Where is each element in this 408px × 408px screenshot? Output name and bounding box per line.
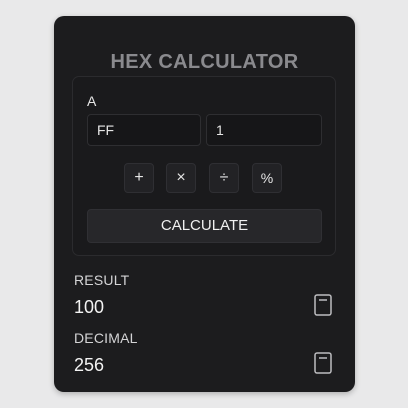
copy-icon	[314, 352, 332, 374]
input-panel: A FF 1 + × ÷ % CALCULATE	[72, 76, 336, 256]
operand-a-input[interactable]: FF	[87, 114, 201, 146]
app-title: HEX CALCULATOR	[110, 51, 299, 73]
operand-b-input[interactable]: 1	[206, 114, 322, 146]
decimal-value: 256	[74, 355, 105, 375]
input-label: A	[87, 93, 97, 109]
calculator-card: HEX CALCULATOR A FF 1 + × ÷ % CALCULATE …	[54, 16, 355, 392]
percent-button[interactable]: %	[252, 163, 282, 193]
decimal-label: DECIMAL	[74, 330, 138, 346]
divide-button[interactable]: ÷	[209, 163, 239, 193]
copy-result-button[interactable]	[314, 294, 332, 316]
plus-button[interactable]: +	[124, 163, 154, 193]
result-value: 100	[74, 297, 105, 317]
multiply-button[interactable]: ×	[166, 163, 196, 193]
calculate-button[interactable]: CALCULATE	[87, 209, 322, 243]
copy-decimal-button[interactable]	[314, 352, 332, 374]
result-label: RESULT	[74, 272, 130, 288]
copy-icon	[314, 294, 332, 316]
